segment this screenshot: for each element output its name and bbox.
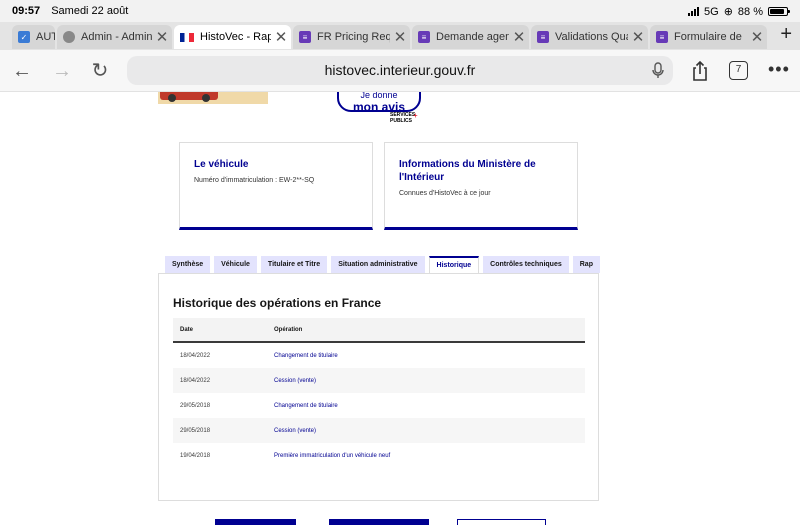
status-time: 09:57: [12, 5, 41, 17]
history-panel: Historique des opérations en France Date…: [158, 273, 599, 501]
card-title: Informations du Ministère de l'Intérieur: [399, 159, 536, 183]
status-date: Samedi 22 août: [51, 5, 129, 17]
vehicle-card: Le véhicule Numéro d'immatriculation : E…: [179, 142, 373, 230]
tab-synthese[interactable]: Synthèse: [165, 256, 211, 273]
tab-historique[interactable]: Historique: [428, 256, 480, 273]
report-tabs: Synthèse Véhicule Titulaire et Titre Sit…: [165, 256, 601, 273]
row-date: 29/05/2018: [180, 402, 211, 409]
browser-tab-formulaire[interactable]: ≡ Formulaire de ✕: [650, 25, 767, 49]
marianne-plus-icon: +: [413, 111, 418, 120]
close-tab-icon[interactable]: ✕: [152, 28, 172, 46]
row-date: 18/04/2022: [180, 352, 211, 359]
column-header-date: Date: [180, 326, 194, 333]
tab-situation-administrative[interactable]: Situation administrative: [331, 256, 425, 273]
card-subtitle: Connues d'HistoVec à ce jour: [399, 190, 491, 197]
table-row: 18/04/2022 Changement de titulaire: [173, 343, 585, 368]
cnil-icon: ✓: [18, 31, 30, 43]
row-date: 29/05/2018: [180, 427, 211, 434]
close-tab-icon[interactable]: ✕: [628, 28, 648, 46]
history-table: Date Opération 18/04/2022 Changement de …: [173, 318, 585, 468]
browser-tab-label: AUT: [36, 31, 55, 43]
browser-tab-aut[interactable]: ✓ AUT: [12, 25, 55, 49]
browser-tab-label: Validations Qua: [555, 31, 628, 43]
browser-toolbar: ← → ↻ histovec.interieur.gouv.fr 7 •••: [0, 50, 800, 92]
close-tab-icon[interactable]: ✕: [390, 28, 410, 46]
browser-tab-label: FR Pricing Requ: [317, 31, 390, 43]
browser-tab-histovec[interactable]: HistoVec - Rapp ✕: [174, 25, 291, 49]
action-button-1[interactable]: [215, 519, 296, 525]
network-label: 5G: [704, 5, 719, 18]
address-bar[interactable]: histovec.interieur.gouv.fr: [127, 56, 673, 85]
browser-tab-label: Admin - Admin: [81, 31, 152, 43]
form-icon: ≡: [299, 31, 311, 43]
browser-tab-label: Formulaire de: [674, 31, 742, 43]
card-subtitle: Numéro d'immatriculation : EW-2**-SQ: [194, 177, 315, 184]
battery-percent: 88 %: [737, 5, 763, 18]
je-donne-mon-avis-button[interactable]: Je donne mon avis: [337, 92, 421, 114]
table-row: 19/04/2018 Première immatriculation d'un…: [173, 443, 585, 468]
browser-tab-admin[interactable]: Admin - Admin ✕: [57, 25, 172, 49]
history-title: Historique des opérations en France: [173, 296, 382, 310]
globe-icon: [63, 31, 75, 43]
signal-icon: [688, 7, 700, 16]
avis-line1: Je donne: [360, 92, 398, 100]
form-icon: ≡: [537, 31, 549, 43]
more-options-icon[interactable]: •••: [768, 59, 790, 80]
battery-icon: [768, 7, 790, 16]
table-row: 29/05/2018 Cession (vente): [173, 418, 585, 443]
browser-tab-validations[interactable]: ≡ Validations Qua ✕: [531, 25, 648, 49]
form-icon: ≡: [418, 31, 430, 43]
page-content: Je donne mon avis SERVICES PUBLICS + Le …: [0, 92, 800, 525]
tab-rapport[interactable]: Rap: [572, 256, 600, 273]
row-operation: Changement de titulaire: [274, 352, 338, 359]
services-publics-label: SERVICES PUBLICS: [390, 112, 416, 124]
row-operation: Cession (vente): [274, 427, 317, 434]
close-tab-icon[interactable]: ✕: [747, 28, 767, 46]
row-operation: Première immatriculation d'un véhicule n…: [274, 452, 391, 459]
browser-tab-label: Demande agen: [436, 31, 509, 43]
url-text: histovec.interieur.gouv.fr: [324, 62, 476, 78]
tab-controles-techniques[interactable]: Contrôles techniques: [483, 256, 569, 273]
row-operation: Changement de titulaire: [274, 402, 338, 409]
close-tab-icon[interactable]: ✕: [509, 28, 529, 46]
browser-tab-label: HistoVec - Rapp: [200, 31, 271, 43]
browser-tab-pricing[interactable]: ≡ FR Pricing Requ ✕: [293, 25, 410, 49]
close-tab-icon[interactable]: ✕: [271, 28, 291, 46]
french-flag-icon: [180, 32, 194, 42]
browser-tab-demande[interactable]: ≡ Demande agen ✕: [412, 25, 529, 49]
table-header: Date Opération: [173, 318, 585, 343]
browser-tab-strip: ✓ AUT Admin - Admin ✕ HistoVec - Rapp ✕ …: [0, 22, 800, 50]
car-illustration: [160, 92, 218, 102]
orientation-lock-icon: ⊕: [723, 6, 733, 18]
tab-vehicule[interactable]: Véhicule: [214, 256, 257, 273]
forward-arrow-icon[interactable]: →: [50, 59, 74, 83]
tab-count-button[interactable]: 7: [729, 61, 748, 80]
row-date: 19/04/2018: [180, 452, 211, 459]
form-icon: ≡: [656, 31, 668, 43]
back-arrow-icon[interactable]: ←: [10, 59, 34, 83]
new-tab-icon[interactable]: +: [780, 23, 792, 46]
column-header-operation: Opération: [274, 326, 303, 333]
card-title: Le véhicule: [194, 159, 249, 170]
row-operation: Cession (vente): [274, 377, 317, 384]
row-date: 18/04/2022: [180, 377, 211, 384]
table-row: 18/04/2022 Cession (vente): [173, 368, 585, 393]
share-icon[interactable]: [688, 59, 712, 83]
action-button-2[interactable]: [329, 519, 429, 525]
reload-icon[interactable]: ↻: [88, 59, 112, 83]
tab-titulaire[interactable]: Titulaire et Titre: [260, 256, 328, 273]
status-bar: 09:57 Samedi 22 août 5G ⊕ 88 %: [0, 0, 800, 22]
table-row: 29/05/2018 Changement de titulaire: [173, 393, 585, 418]
microphone-icon[interactable]: [651, 62, 665, 79]
action-button-3[interactable]: [457, 519, 546, 525]
ministry-info-card: Informations du Ministère de l'Intérieur…: [384, 142, 578, 230]
